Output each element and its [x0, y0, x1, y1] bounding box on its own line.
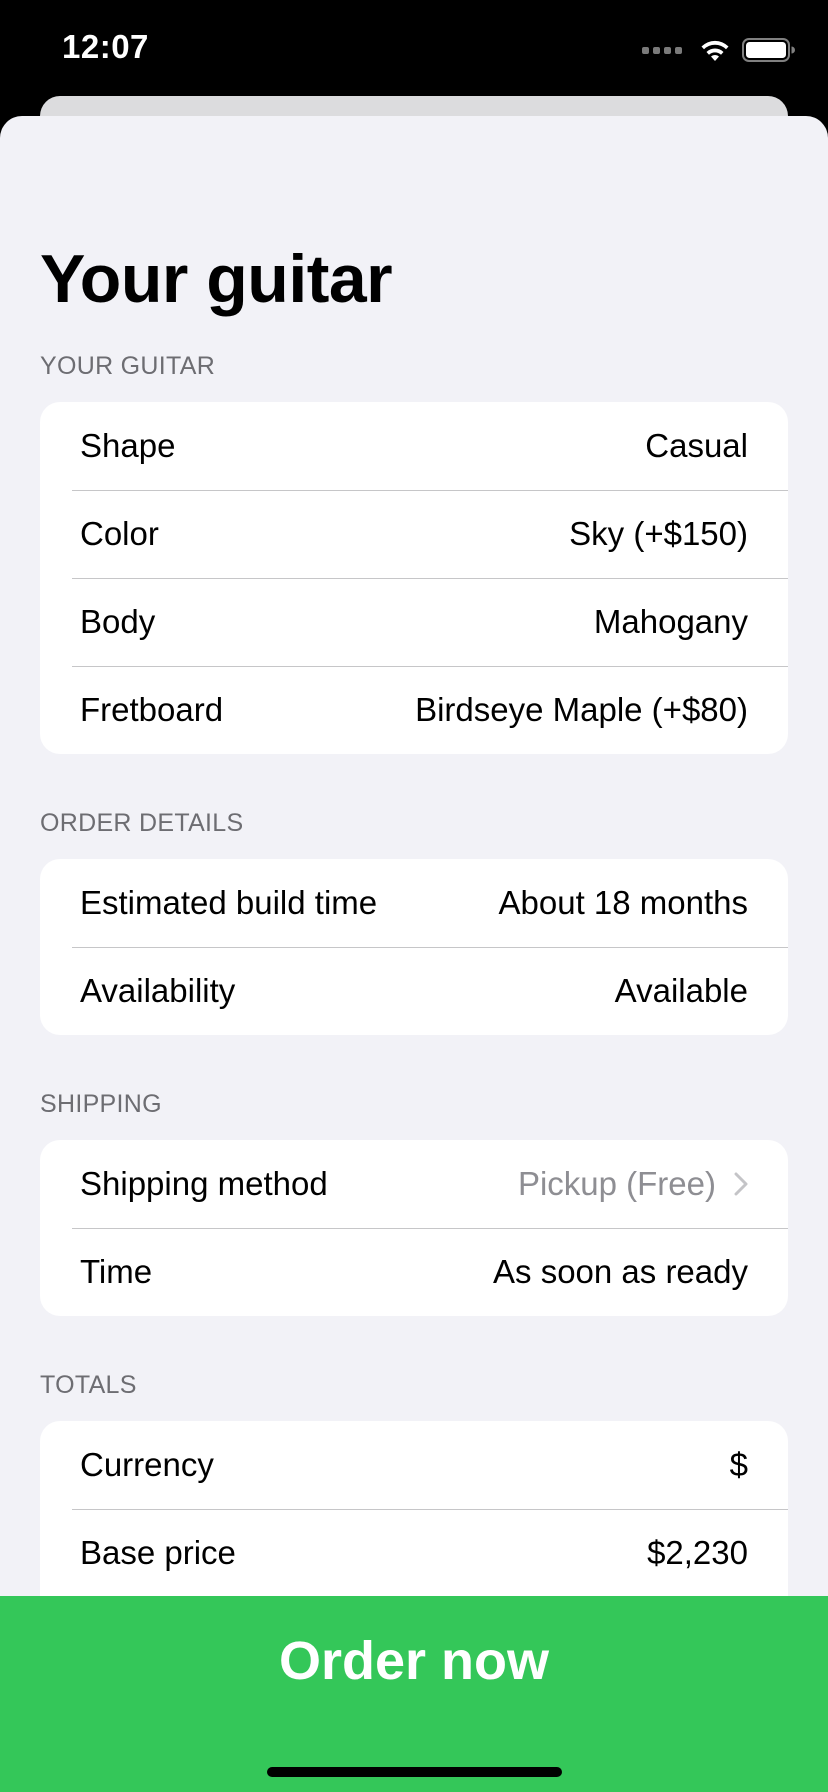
row-label: Fretboard — [80, 691, 224, 728]
section-header-your-guitar: YOUR GUITAR — [40, 352, 216, 380]
section-header-shipping: SHIPPING — [40, 1090, 162, 1118]
row-value: $2,230 — [647, 1534, 748, 1571]
row-value: $ — [729, 1446, 748, 1483]
page-title: Your guitar — [40, 241, 393, 317]
row-value: Available — [614, 972, 748, 1009]
row-label: Body — [80, 603, 156, 640]
row-label: Shape — [80, 427, 176, 464]
row-label: Estimated build time — [80, 884, 378, 921]
row-value: Birdseye Maple (+$80) — [415, 691, 748, 728]
chevron-right-icon — [734, 1172, 748, 1196]
wifi-icon — [701, 40, 729, 61]
row-value: As soon as ready — [493, 1253, 748, 1290]
shipping-group: Shipping method Pickup (Free) Time As so… — [40, 1140, 788, 1316]
order-details-group: Estimated build time About 18 months Ava… — [40, 859, 788, 1035]
row-fretboard: Fretboard Birdseye Maple (+$80) — [40, 666, 788, 754]
row-body: Body Mahogany — [40, 578, 788, 666]
screen: 12:07 Your guitar YOUR GUITAR Shape Casu… — [0, 0, 828, 1792]
row-label: Shipping method — [80, 1165, 328, 1202]
row-label: Availability — [80, 972, 236, 1009]
row-value-wrap: Pickup (Free) — [518, 1165, 748, 1203]
row-base-price: Base price $2,230 — [40, 1509, 788, 1597]
row-currency: Currency $ — [40, 1421, 788, 1509]
row-estimated-build-time: Estimated build time About 18 months — [40, 859, 788, 947]
status-time: 12:07 — [62, 28, 149, 65]
row-label: Time — [80, 1253, 153, 1290]
row-label: Currency — [80, 1446, 214, 1483]
order-sheet[interactable]: Your guitar YOUR GUITAR Shape Casual Col… — [0, 116, 828, 1792]
row-shipping-time: Time As soon as ready — [40, 1228, 788, 1316]
order-now-button[interactable]: Order now — [0, 1596, 828, 1726]
row-label: Base price — [80, 1534, 236, 1571]
row-shape: Shape Casual — [40, 402, 788, 490]
row-value: Casual — [645, 427, 748, 464]
row-label: Color — [80, 515, 159, 552]
row-value: Sky (+$150) — [569, 515, 748, 552]
your-guitar-group: Shape Casual Color Sky (+$150) Body Maho… — [40, 402, 788, 754]
row-value: About 18 months — [498, 884, 749, 921]
row-value: Mahogany — [593, 603, 748, 640]
row-color: Color Sky (+$150) — [40, 490, 788, 578]
home-indicator[interactable] — [267, 1767, 562, 1777]
section-header-order-details: ORDER DETAILS — [40, 809, 244, 837]
order-bar: Order now — [0, 1596, 828, 1792]
row-availability: Availability Available — [40, 947, 788, 1035]
cellular-signal-icon — [642, 46, 682, 54]
battery-icon — [742, 38, 795, 62]
section-header-totals: TOTALS — [40, 1371, 137, 1399]
row-shipping-method[interactable]: Shipping method Pickup (Free) — [40, 1140, 788, 1228]
status-icons — [642, 36, 796, 64]
status-bar: 12:07 — [0, 0, 828, 100]
row-value: Pickup (Free) — [517, 1165, 716, 1202]
